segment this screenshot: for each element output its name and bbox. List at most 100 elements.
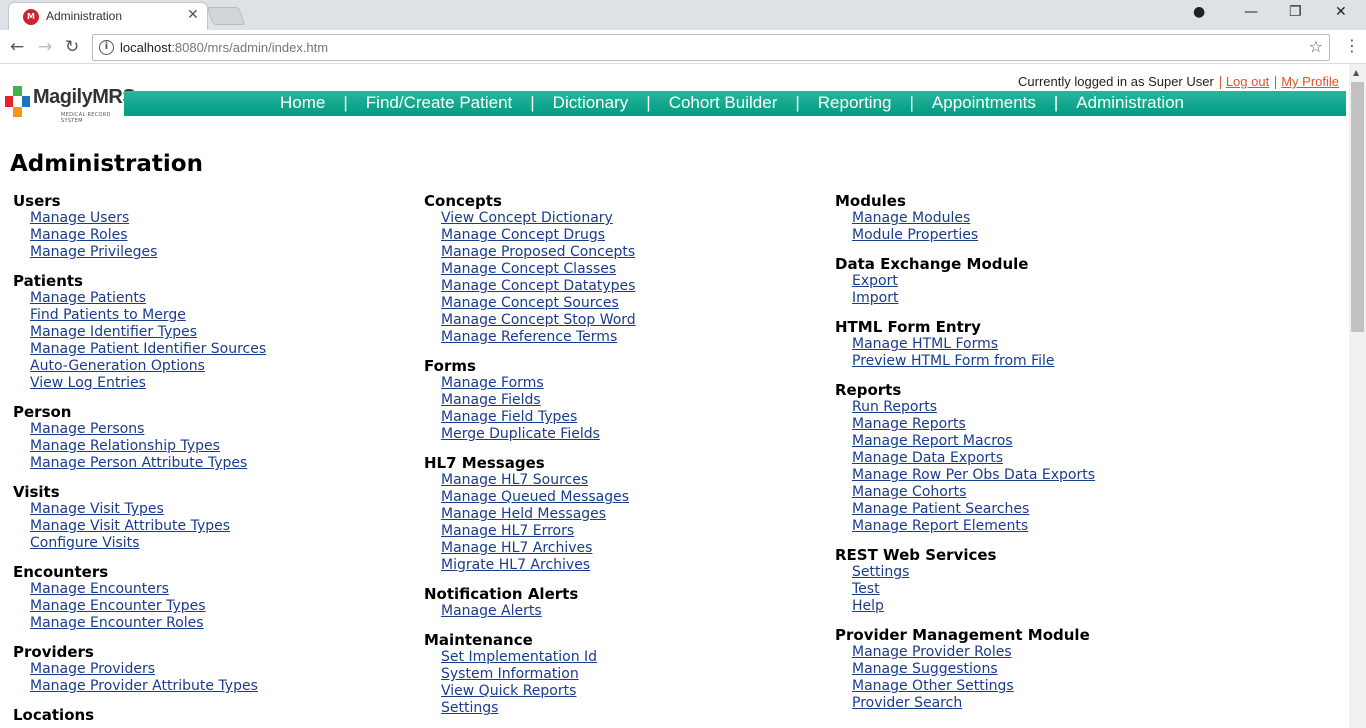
link-help[interactable]: Help [852, 598, 1215, 615]
link-manage-person-attribute-types[interactable]: Manage Person Attribute Types [30, 455, 393, 472]
nav-cohort-builder[interactable]: Cohort Builder [669, 93, 778, 113]
link-view-concept-dictionary[interactable]: View Concept Dictionary [441, 210, 804, 227]
restore-icon[interactable]: ❐ [1289, 4, 1302, 20]
link-import[interactable]: Import [852, 290, 1215, 307]
link-manage-proposed-concepts[interactable]: Manage Proposed Concepts [441, 244, 804, 261]
app-logo[interactable]: MagilyMRS MEDICAL RECORD SYSTEM [5, 84, 136, 124]
link-manage-html-forms[interactable]: Manage HTML Forms [852, 336, 1215, 353]
link-manage-patient-searches[interactable]: Manage Patient Searches [852, 501, 1215, 518]
nav-reporting[interactable]: Reporting [818, 93, 892, 113]
nav-separator: | [646, 93, 651, 112]
link-manage-suggestions[interactable]: Manage Suggestions [852, 661, 1215, 678]
close-tab-icon[interactable]: ✕ [187, 7, 199, 23]
link-preview-html-form-from-file[interactable]: Preview HTML Form from File [852, 353, 1215, 370]
link-view-log-entries[interactable]: View Log Entries [30, 375, 393, 392]
minimize-icon[interactable]: — [1244, 4, 1258, 20]
nav-home[interactable]: Home [280, 93, 325, 113]
link-manage-held-messages[interactable]: Manage Held Messages [441, 506, 804, 523]
link-migrate-hl7-archives[interactable]: Migrate HL7 Archives [441, 557, 804, 574]
link-manage-encounter-roles[interactable]: Manage Encounter Roles [30, 615, 393, 632]
reload-icon[interactable]: ↻ [65, 37, 79, 57]
link-test[interactable]: Test [852, 581, 1215, 598]
section-title: Notification Alerts [424, 585, 579, 603]
section-data-exchange-module: Data Exchange Module Export Import [835, 256, 1215, 307]
scroll-thumb[interactable] [1351, 82, 1364, 332]
link-manage-users[interactable]: Manage Users [30, 210, 393, 227]
link-export[interactable]: Export [852, 273, 1215, 290]
close-window-icon[interactable]: ✕ [1335, 4, 1347, 20]
link-merge-duplicate-fields[interactable]: Merge Duplicate Fields [441, 426, 804, 443]
section-encounters: Encounters Manage Encounters Manage Encoun… [13, 564, 393, 632]
section-locations: Locations [13, 707, 393, 724]
link-provider-search[interactable]: Provider Search [852, 695, 1215, 712]
new-tab-button[interactable] [206, 7, 246, 25]
link-manage-other-settings[interactable]: Manage Other Settings [852, 678, 1215, 695]
link-manage-cohorts[interactable]: Manage Cohorts [852, 484, 1215, 501]
bookmark-star-icon[interactable]: ☆ [1309, 37, 1323, 56]
nav-find-create-patient[interactable]: Find/Create Patient [366, 93, 512, 113]
link-manage-reports[interactable]: Manage Reports [852, 416, 1215, 433]
link-configure-visits[interactable]: Configure Visits [30, 535, 393, 552]
link-manage-providers[interactable]: Manage Providers [30, 661, 393, 678]
link-view-quick-reports[interactable]: View Quick Reports [441, 683, 804, 700]
logout-link[interactable]: Log out [1226, 74, 1269, 89]
link-manage-concept-stop-word[interactable]: Manage Concept Stop Word [441, 312, 804, 329]
link-manage-visit-types[interactable]: Manage Visit Types [30, 501, 393, 518]
link-manage-forms[interactable]: Manage Forms [441, 375, 804, 392]
section-html-form-entry: HTML Form Entry Manage HTML Forms Preview … [835, 319, 1215, 370]
nav-dictionary[interactable]: Dictionary [553, 93, 629, 113]
link-manage-privileges[interactable]: Manage Privileges [30, 244, 393, 261]
link-manage-concept-datatypes[interactable]: Manage Concept Datatypes [441, 278, 804, 295]
link-manage-provider-attribute-types[interactable]: Manage Provider Attribute Types [30, 678, 393, 695]
link-settings[interactable]: Settings [441, 700, 804, 717]
info-icon[interactable]: i [99, 40, 114, 55]
link-auto-generation-options[interactable]: Auto-Generation Options [30, 358, 393, 375]
my-profile-link[interactable]: My Profile [1281, 74, 1339, 89]
link-settings[interactable]: Settings [852, 564, 1215, 581]
nav-administration[interactable]: Administration [1076, 93, 1184, 113]
link-manage-report-elements[interactable]: Manage Report Elements [852, 518, 1215, 535]
link-manage-encounter-types[interactable]: Manage Encounter Types [30, 598, 393, 615]
browser-menu-icon[interactable]: ⋮ [1344, 36, 1360, 55]
page-scrollbar[interactable]: ▲ [1349, 64, 1366, 728]
link-manage-hl7-archives[interactable]: Manage HL7 Archives [441, 540, 804, 557]
link-find-patients-to-merge[interactable]: Find Patients to Merge [30, 307, 393, 324]
link-manage-concept-classes[interactable]: Manage Concept Classes [441, 261, 804, 278]
link-manage-patient-identifier-sources[interactable]: Manage Patient Identifier Sources [30, 341, 393, 358]
link-manage-identifier-types[interactable]: Manage Identifier Types [30, 324, 393, 341]
url-input[interactable]: i localhost:8080/mrs/admin/index.htm ☆ [92, 34, 1330, 61]
section-title: Modules [835, 192, 906, 210]
link-manage-data-exports[interactable]: Manage Data Exports [852, 450, 1215, 467]
back-arrow-icon[interactable]: ← [10, 37, 24, 57]
link-manage-modules[interactable]: Manage Modules [852, 210, 1215, 227]
nav-appointments[interactable]: Appointments [932, 93, 1036, 113]
section-person: Person Manage Persons Manage Relationship … [13, 404, 393, 472]
nav-separator: | [909, 93, 914, 112]
link-manage-relationship-types[interactable]: Manage Relationship Types [30, 438, 393, 455]
link-manage-roles[interactable]: Manage Roles [30, 227, 393, 244]
link-manage-reference-terms[interactable]: Manage Reference Terms [441, 329, 804, 346]
link-manage-queued-messages[interactable]: Manage Queued Messages [441, 489, 804, 506]
link-set-implementation-id[interactable]: Set Implementation Id [441, 649, 804, 666]
link-module-properties[interactable]: Module Properties [852, 227, 1215, 244]
link-manage-hl7-errors[interactable]: Manage HL7 Errors [441, 523, 804, 540]
link-manage-concept-sources[interactable]: Manage Concept Sources [441, 295, 804, 312]
link-manage-field-types[interactable]: Manage Field Types [441, 409, 804, 426]
link-manage-encounters[interactable]: Manage Encounters [30, 581, 393, 598]
link-manage-visit-attribute-types[interactable]: Manage Visit Attribute Types [30, 518, 393, 535]
link-manage-hl7-sources[interactable]: Manage HL7 Sources [441, 472, 804, 489]
link-manage-patients[interactable]: Manage Patients [30, 290, 393, 307]
link-manage-concept-drugs[interactable]: Manage Concept Drugs [441, 227, 804, 244]
link-run-reports[interactable]: Run Reports [852, 399, 1215, 416]
link-manage-report-macros[interactable]: Manage Report Macros [852, 433, 1215, 450]
link-manage-row-per-obs-data-exports[interactable]: Manage Row Per Obs Data Exports [852, 467, 1215, 484]
profile-icon[interactable]: ● [1193, 4, 1205, 20]
browser-tab[interactable]: M Administration ✕ [8, 2, 208, 30]
link-manage-fields[interactable]: Manage Fields [441, 392, 804, 409]
link-system-information[interactable]: System Information [441, 666, 804, 683]
link-manage-persons[interactable]: Manage Persons [30, 421, 393, 438]
forward-arrow-icon[interactable]: → [38, 37, 52, 57]
scroll-up-icon[interactable]: ▲ [1353, 68, 1359, 77]
link-manage-alerts[interactable]: Manage Alerts [441, 603, 804, 620]
link-manage-provider-roles[interactable]: Manage Provider Roles [852, 644, 1215, 661]
